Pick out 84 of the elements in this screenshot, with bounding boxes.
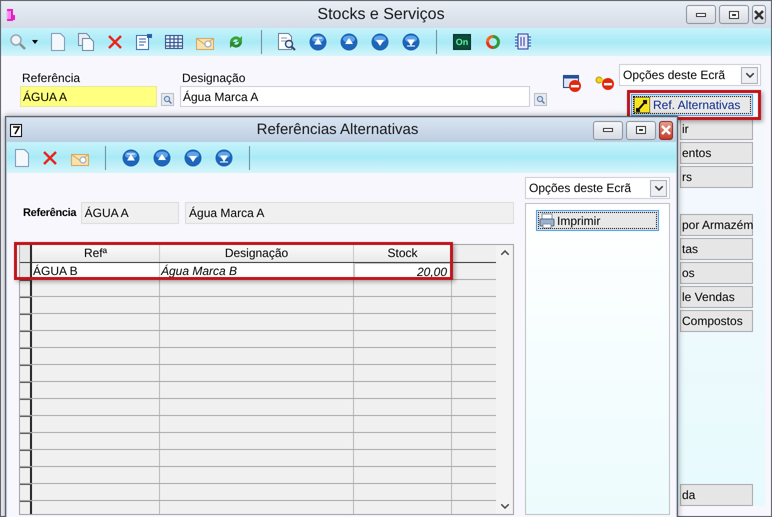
- lookup-button[interactable]: [534, 93, 547, 106]
- preview-icon[interactable]: [278, 33, 296, 51]
- previous-icon[interactable]: [340, 33, 358, 51]
- side-button[interactable]: Compostos: [680, 310, 753, 332]
- row-selector[interactable]: [20, 365, 32, 381]
- minimize-button[interactable]: [686, 5, 716, 24]
- next-icon[interactable]: [371, 33, 389, 51]
- search-icon: [536, 95, 545, 104]
- row-selector[interactable]: [20, 399, 32, 415]
- dialog-title: Referências Alternativas: [256, 120, 420, 140]
- options-dropdown[interactable]: Opções deste Ecrã: [525, 177, 670, 199]
- field-label: Designação: [181, 71, 246, 85]
- row-selector[interactable]: [20, 297, 32, 313]
- maximize-button[interactable]: [719, 5, 749, 24]
- side-button[interactable]: le Vendas: [680, 286, 753, 308]
- app-icon: [6, 8, 16, 20]
- copy-icon[interactable]: [78, 33, 94, 51]
- caret-icon[interactable]: [32, 40, 38, 44]
- side-button[interactable]: da: [680, 484, 753, 506]
- delete-icon[interactable]: [42, 150, 58, 166]
- column-header[interactable]: Stock: [354, 245, 452, 262]
- side-button[interactable]: ir: [680, 118, 753, 140]
- reference-description: Água Marca A: [185, 202, 514, 224]
- option-button[interactable]: Ref. Alternativas: [631, 94, 753, 116]
- close-icon: [753, 10, 765, 20]
- maximize-button[interactable]: [626, 120, 656, 140]
- row-selector[interactable]: [20, 416, 32, 432]
- column-header[interactable]: Refª: [32, 245, 160, 262]
- close-button[interactable]: [752, 5, 766, 24]
- lookup-button[interactable]: [161, 93, 174, 106]
- delete-icon[interactable]: [107, 34, 123, 50]
- row-selector[interactable]: [20, 280, 32, 296]
- option-button[interactable]: Imprimir: [536, 210, 659, 231]
- arrows-icon: [634, 97, 650, 113]
- search-icon[interactable]: [9, 33, 27, 51]
- minimize-icon: [603, 128, 613, 132]
- row-selector[interactable]: [20, 382, 32, 398]
- scroll-up-icon[interactable]: [500, 250, 508, 255]
- options-dropdown[interactable]: Opções deste Ecrã: [619, 64, 761, 86]
- side-button[interactable]: por Armazém: [680, 214, 753, 236]
- last-icon[interactable]: [215, 148, 233, 166]
- input-field[interactable]: ÁGUA A: [20, 86, 157, 107]
- previous-icon[interactable]: [153, 148, 171, 166]
- side-button[interactable]: rs: [680, 166, 753, 188]
- document-icon[interactable]: [15, 148, 29, 166]
- document-icon[interactable]: [51, 33, 65, 51]
- maximize-icon: [729, 10, 739, 18]
- cancel-keys-icon[interactable]: [595, 75, 615, 91]
- row-selector[interactable]: [20, 484, 32, 500]
- close-icon: [660, 125, 672, 135]
- next-icon[interactable]: [184, 148, 202, 166]
- scroll-down-icon[interactable]: [500, 504, 508, 509]
- side-button[interactable]: entos: [680, 142, 753, 164]
- reference-label: Referência: [22, 206, 78, 221]
- side-button[interactable]: tas: [680, 238, 753, 260]
- row-selector[interactable]: [20, 314, 32, 330]
- last-icon[interactable]: [402, 33, 420, 51]
- reference-code: ÁGUA A: [80, 202, 180, 224]
- row-selector[interactable]: [20, 467, 32, 483]
- chip-icon[interactable]: [515, 33, 531, 51]
- edit-icon: [10, 124, 22, 136]
- side-button[interactable]: os: [680, 262, 753, 284]
- list-icon[interactable]: [136, 34, 152, 50]
- row-selector[interactable]: [20, 433, 32, 449]
- close-button[interactable]: [659, 120, 673, 140]
- row-selector[interactable]: [20, 348, 32, 364]
- minimize-icon: [696, 12, 706, 16]
- input-field[interactable]: Água Marca A: [180, 86, 530, 107]
- first-icon[interactable]: [309, 33, 327, 51]
- on-badge[interactable]: On: [453, 34, 471, 50]
- row-selector[interactable]: [20, 331, 32, 347]
- window-title: Stocks e Serviços: [316, 4, 446, 24]
- row-selector[interactable]: [20, 450, 32, 466]
- search-icon: [163, 95, 172, 104]
- cancel-window-icon[interactable]: [563, 75, 583, 93]
- maximize-icon: [636, 126, 646, 134]
- column-header[interactable]: Designação: [160, 245, 354, 262]
- table-icon[interactable]: [165, 35, 183, 49]
- field-label: Referência: [21, 71, 82, 85]
- cycle-icon[interactable]: [484, 33, 502, 51]
- row-selector[interactable]: [20, 501, 32, 514]
- first-icon[interactable]: [122, 148, 140, 166]
- printer-icon: [539, 212, 555, 228]
- minimize-button[interactable]: [593, 120, 623, 140]
